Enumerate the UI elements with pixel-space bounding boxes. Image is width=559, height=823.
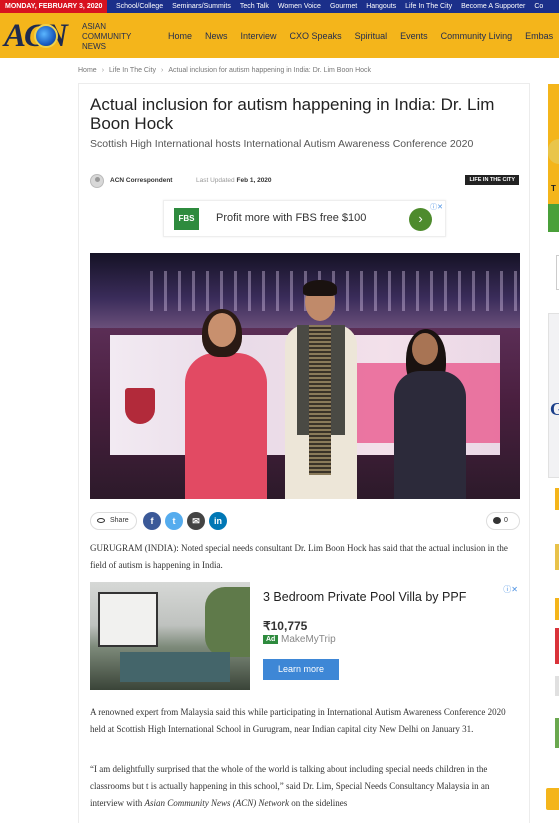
top-bar: MONDAY, FEBRUARY 3, 2020 School/College … xyxy=(0,0,559,13)
breadcrumb-home[interactable]: Home xyxy=(78,67,97,74)
breadcrumb-category[interactable]: Life In The City xyxy=(109,67,156,74)
site-logo[interactable]: ACN ASIAN COMMUNITY NEWS xyxy=(4,18,131,54)
article-title: Actual inclusion for autism happening in… xyxy=(90,95,495,133)
logo-subtitle: ASIAN COMMUNITY NEWS xyxy=(82,22,132,51)
breadcrumb-separator: › xyxy=(160,67,164,74)
top-nav-link[interactable]: School/College xyxy=(116,0,163,13)
top-nav-link[interactable]: Life In The City xyxy=(405,0,452,13)
author-name[interactable]: ACN Correspondent xyxy=(110,177,172,184)
breadcrumb: Home › Life In The City › Actual inclusi… xyxy=(78,67,371,74)
facebook-icon[interactable]: f xyxy=(143,512,161,530)
share-icon xyxy=(97,518,105,523)
adchoices-icon[interactable]: ⓘ✕ xyxy=(430,202,443,212)
person-left xyxy=(180,309,270,499)
ad-label: Ad xyxy=(263,635,279,644)
category-badge[interactable]: LIFE IN THE CITY xyxy=(465,175,519,185)
top-nav: School/College Seminars/Summits Tech Tal… xyxy=(116,0,543,13)
comment-icon xyxy=(493,517,501,524)
nav-home[interactable]: Home xyxy=(168,31,192,41)
email-icon[interactable]: ✉ xyxy=(187,512,205,530)
nav-community-living[interactable]: Community Living xyxy=(441,31,513,41)
villa-ad[interactable]: 3 Bedroom Private Pool Villa by PPF ₹10,… xyxy=(90,582,520,691)
date-badge: MONDAY, FEBRUARY 3, 2020 xyxy=(0,0,107,13)
comments-button[interactable]: 0 xyxy=(486,512,520,530)
top-nav-link[interactable]: Hangouts xyxy=(366,0,396,13)
ad-headline[interactable]: 3 Bedroom Private Pool Villa by PPF xyxy=(263,590,466,604)
nav-spiritual[interactable]: Spiritual xyxy=(355,31,388,41)
arrow-right-icon[interactable]: › xyxy=(409,208,432,231)
share-button[interactable]: Share xyxy=(90,512,137,530)
article-subtitle: Scottish High International hosts Intern… xyxy=(90,138,474,150)
top-nav-link[interactable]: Become A Supporter xyxy=(461,0,525,13)
sidebar-ad-1[interactable]: T xyxy=(548,84,559,232)
ad-text[interactable]: Profit more with FBS free $100 xyxy=(216,212,366,224)
ad-image[interactable] xyxy=(90,582,250,690)
paragraph: GURUGRAM (INDIA): Noted special needs co… xyxy=(90,543,508,570)
person-right xyxy=(390,329,470,499)
top-nav-link[interactable]: Seminars/Summits xyxy=(172,0,231,13)
author-avatar[interactable] xyxy=(90,174,104,188)
top-nav-link[interactable]: Women Voice xyxy=(278,0,321,13)
ad-price: ₹10,775 xyxy=(263,619,308,633)
school-crest xyxy=(125,388,155,424)
article-meta: ACN Correspondent Last Updated Feb 1, 20… xyxy=(90,174,520,188)
fbs-ad-banner[interactable]: FBS Profit more with FBS free $100 › ⓘ✕ xyxy=(163,200,446,237)
paragraph: A renowned expert from Malaysia said thi… xyxy=(90,707,506,734)
person-center xyxy=(275,280,365,499)
twitter-icon[interactable]: t xyxy=(165,512,183,530)
article-card: Actual inclusion for autism happening in… xyxy=(78,83,530,823)
sidebar-list xyxy=(555,488,559,803)
breadcrumb-current: Actual inclusion for autism happening in… xyxy=(168,67,372,74)
paragraph: “I am delightfully surprised that the wh… xyxy=(90,764,490,808)
learn-more-button[interactable]: Learn more xyxy=(263,659,339,680)
globe-icon xyxy=(34,24,58,48)
linkedin-icon[interactable]: in xyxy=(209,512,227,530)
fbs-logo: FBS xyxy=(174,208,199,230)
adchoices-icon[interactable]: ⓘ✕ xyxy=(503,584,518,595)
top-nav-link[interactable]: Gourmet xyxy=(330,0,357,13)
nav-embassy[interactable]: Embas xyxy=(525,31,553,41)
last-updated: Last Updated Feb 1, 2020 xyxy=(196,177,272,184)
top-nav-link[interactable]: Co xyxy=(534,0,543,13)
featured-image xyxy=(90,253,520,499)
breadcrumb-separator: › xyxy=(101,67,105,74)
publication-name: Asian Community News (ACN) Network xyxy=(144,798,290,808)
nav-events[interactable]: Events xyxy=(400,31,428,41)
top-nav-link[interactable]: Tech Talk xyxy=(240,0,269,13)
ad-source: MakeMyTrip xyxy=(281,634,336,645)
sidebar-ad-2[interactable]: G xyxy=(548,313,559,478)
scroll-to-top-button[interactable] xyxy=(546,788,559,810)
nav-interview[interactable]: Interview xyxy=(241,31,277,41)
main-nav: Home News Interview CXO Speaks Spiritual… xyxy=(168,13,553,58)
nav-news[interactable]: News xyxy=(205,31,228,41)
site-header: ACN ASIAN COMMUNITY NEWS Home News Inter… xyxy=(0,13,559,58)
nav-cxo-speaks[interactable]: CXO Speaks xyxy=(290,31,342,41)
